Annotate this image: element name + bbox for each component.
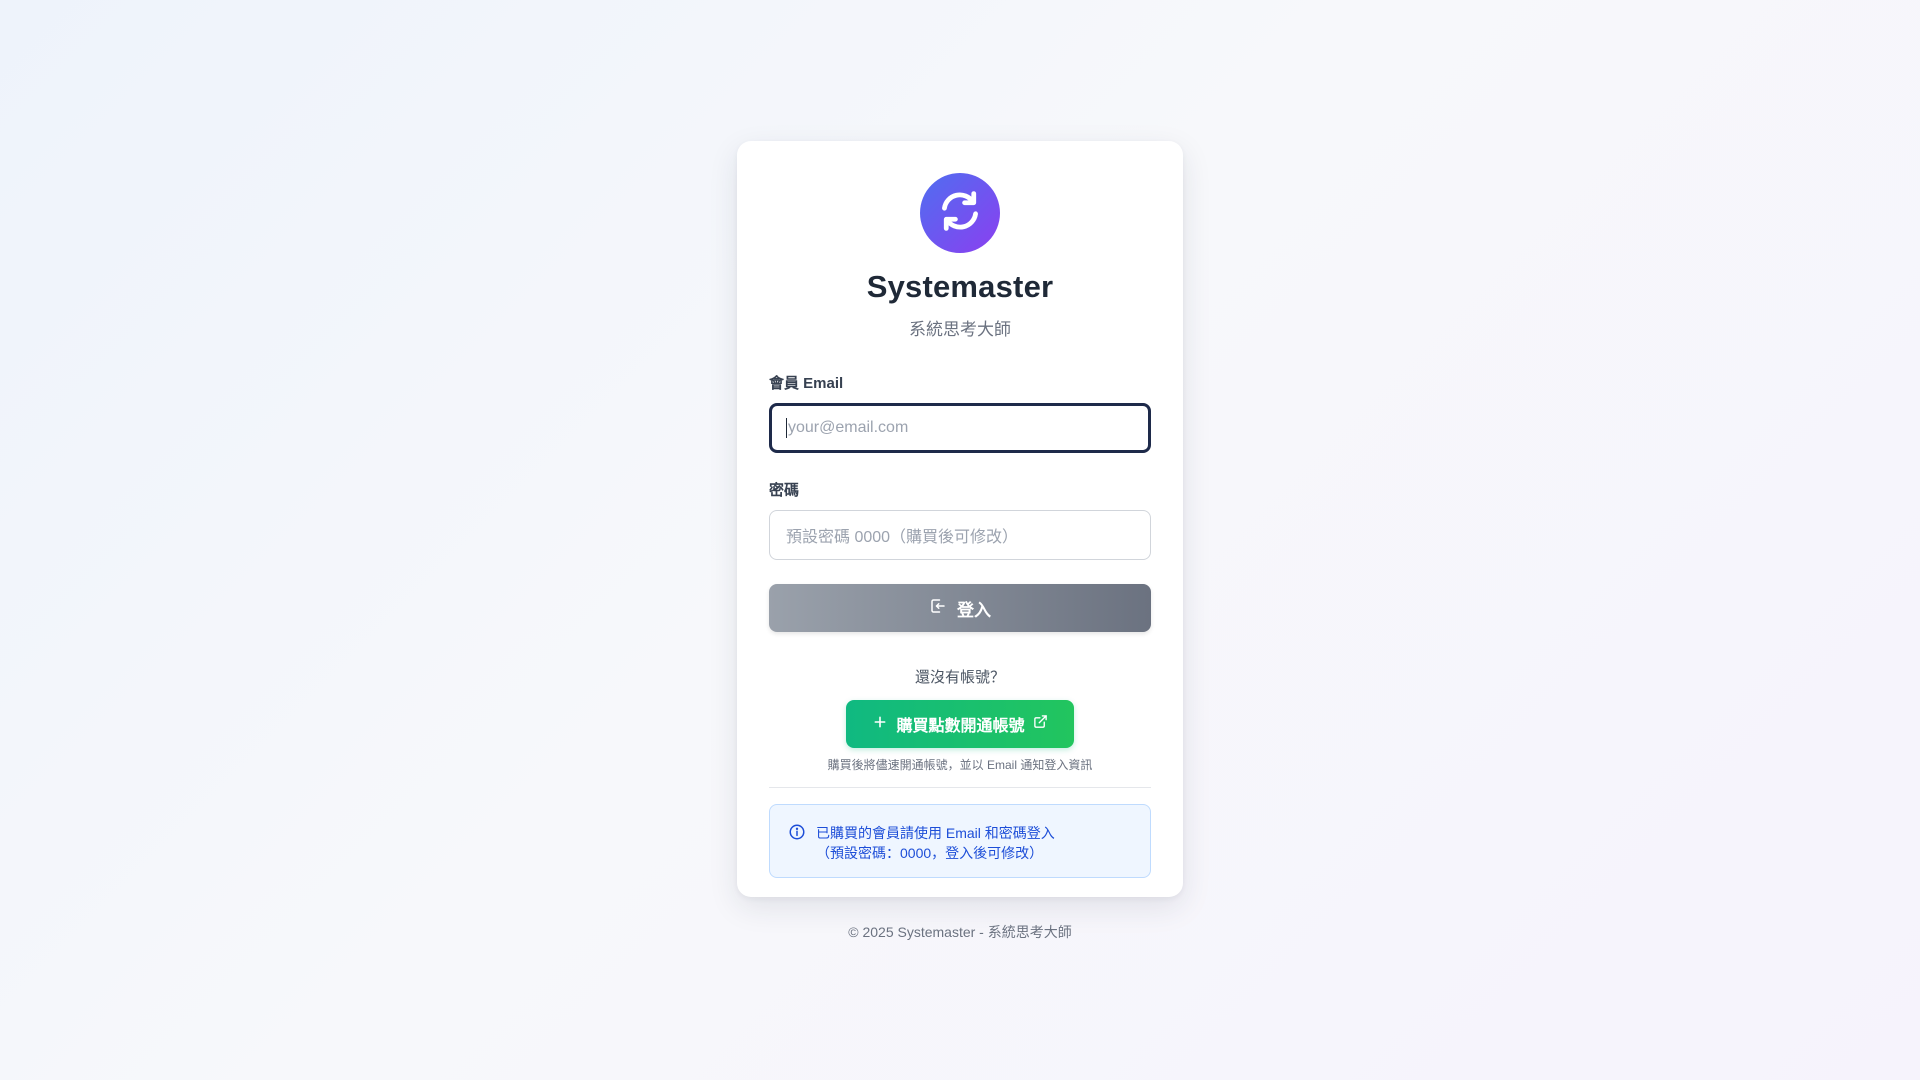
text-caret	[786, 418, 787, 438]
login-button-label: 登入	[957, 600, 991, 620]
no-account-prompt: 還沒有帳號？	[914, 669, 1005, 686]
password-placeholder: 預設密碼 0000（購買後可修改）	[786, 529, 1019, 546]
info-icon	[788, 823, 806, 877]
buy-points-label: 購買點數開通帳號	[896, 718, 1025, 735]
login-button[interactable]: 登入	[769, 584, 1151, 632]
footer-copyright: © 2025 Systemaster - 系統思考大師	[848, 924, 1072, 940]
refresh-icon	[938, 189, 982, 238]
password-field[interactable]: 預設密碼 0000（購買後可修改）	[769, 510, 1151, 560]
login-icon	[929, 597, 947, 620]
email-placeholder: your@email.com	[788, 419, 909, 436]
divider	[769, 787, 1151, 788]
password-label: 密碼	[769, 482, 800, 499]
info-line-2: （預設密碼：0000，登入後可修改）	[816, 845, 1044, 861]
app-title: Systemaster	[866, 269, 1054, 304]
email-label: 會員 Email	[769, 375, 844, 392]
login-card: Systemaster 系統思考大師 會員 Email your@email.c…	[737, 141, 1183, 897]
brand-logo	[920, 173, 1000, 253]
app-subtitle: 系統思考大師	[909, 320, 1011, 339]
buy-points-button[interactable]: 購買點數開通帳號	[846, 700, 1074, 748]
plus-icon	[872, 714, 888, 735]
info-box: 已購買的會員請使用 Email 和密碼登入 （預設密碼：0000，登入後可修改）	[769, 804, 1151, 878]
info-line-1: 已購買的會員請使用 Email 和密碼登入	[816, 825, 1055, 841]
external-link-icon	[1033, 714, 1048, 734]
buy-note: 購買後將儘速開通帳號，並以 Email 通知登入資訊	[827, 758, 1093, 772]
email-field[interactable]: your@email.com	[769, 403, 1151, 453]
